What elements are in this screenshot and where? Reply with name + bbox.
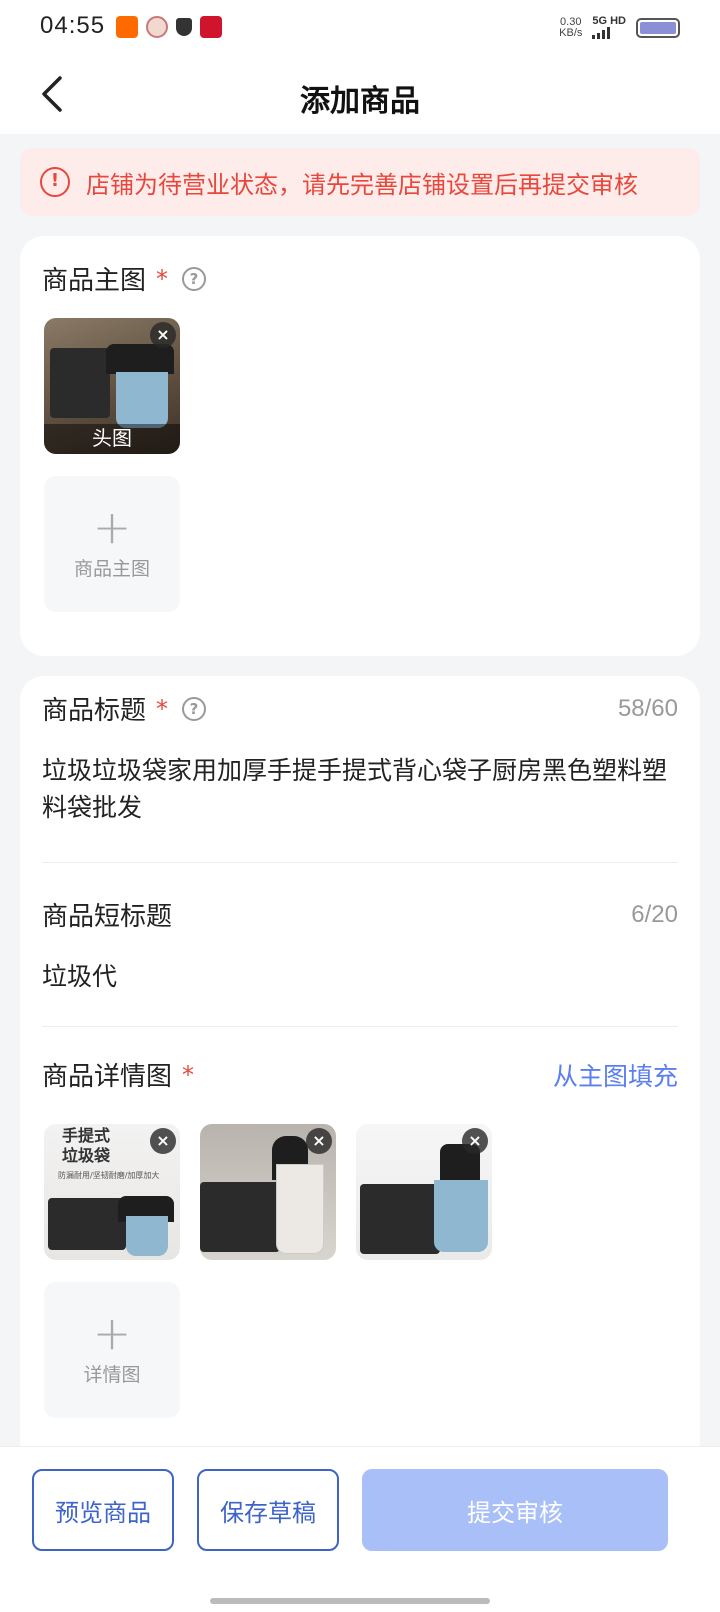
bucket-graphic bbox=[126, 1216, 168, 1256]
bag-stack-graphic bbox=[48, 1198, 126, 1250]
signal: 5G HD bbox=[592, 16, 626, 39]
battery-fill bbox=[640, 21, 676, 34]
nav-bar: 添加商品 bbox=[0, 56, 720, 134]
main-image-card: 商品主图 * ? × 头图 + 商品主图 bbox=[20, 236, 700, 656]
short-title-counter: 6/20 bbox=[631, 900, 678, 928]
add-detail-image-label: 详情图 bbox=[83, 1364, 141, 1386]
status-right: 0.30 KB/s 5G HD bbox=[559, 16, 680, 39]
divider bbox=[42, 862, 678, 863]
avatar-notification-icon bbox=[146, 16, 168, 38]
home-indicator[interactable] bbox=[210, 1598, 490, 1604]
network-speed-unit: KB/s bbox=[559, 26, 583, 39]
bottom-action-bar: 预览商品 保存草稿 提交审核 bbox=[0, 1446, 720, 1612]
delete-image-icon[interactable]: × bbox=[462, 1128, 488, 1154]
short-title-input[interactable]: 垃圾代 bbox=[42, 958, 678, 995]
title-counter: 58/60 bbox=[617, 694, 678, 722]
plus-icon: + bbox=[92, 1306, 132, 1360]
add-detail-image-button[interactable]: + 详情图 bbox=[44, 1282, 180, 1418]
submit-review-button[interactable]: 提交审核 bbox=[362, 1469, 668, 1551]
detail-images-label: 商品详情图 bbox=[42, 1062, 173, 1092]
fill-from-main-link[interactable]: 从主图填充 bbox=[553, 1057, 678, 1093]
detail-image-1[interactable]: 手提式 垃圾袋 防漏耐用/坚韧耐磨/加厚加大 × bbox=[44, 1124, 180, 1260]
title-header: 商品标题 * ? 58/60 bbox=[42, 690, 678, 727]
title-label: 商品标题 bbox=[42, 696, 147, 726]
detail-image-1-title: 手提式 垃圾袋 bbox=[62, 1126, 110, 1166]
shield-icon bbox=[176, 18, 192, 36]
short-title-header: 商品短标题 6/20 bbox=[42, 896, 678, 933]
preview-button[interactable]: 预览商品 bbox=[32, 1469, 174, 1551]
cover-caption: 头图 bbox=[44, 424, 180, 454]
notification-icons bbox=[116, 16, 222, 38]
app-notification-icon bbox=[116, 16, 138, 38]
product-info-card: 商品标题 * ? 58/60 垃圾垃圾袋家用加厚手提手提式背心袋子厨房黑色塑料塑… bbox=[20, 676, 700, 1496]
page-title: 添加商品 bbox=[300, 84, 420, 119]
detail-image-1-title-line2: 垃圾袋 bbox=[62, 1146, 111, 1165]
delete-image-icon[interactable]: × bbox=[150, 1128, 176, 1154]
network-speed: 0.30 KB/s bbox=[559, 15, 583, 39]
short-title-label: 商品短标题 bbox=[42, 902, 173, 932]
plus-icon: + bbox=[92, 500, 132, 554]
bag-stack-graphic bbox=[50, 348, 110, 418]
signal-bars-icon bbox=[592, 27, 626, 39]
help-icon[interactable]: ? bbox=[182, 696, 207, 721]
main-image-thumbnail[interactable]: × 头图 bbox=[44, 318, 180, 454]
detail-image-3[interactable]: × bbox=[356, 1124, 492, 1260]
network-speed-value: 0.30 bbox=[560, 15, 582, 28]
bucket-graphic bbox=[276, 1164, 324, 1254]
bucket-graphic bbox=[434, 1180, 488, 1252]
detail-image-2[interactable]: × bbox=[200, 1124, 336, 1260]
delete-image-icon[interactable]: × bbox=[306, 1128, 332, 1154]
battery-icon bbox=[636, 17, 680, 38]
warning-text: 店铺为待营业状态，请先完善店铺设置后再提交审核 bbox=[86, 170, 638, 199]
help-icon[interactable]: ? bbox=[182, 266, 207, 291]
main-image-header: 商品主图 * ? bbox=[42, 260, 678, 297]
required-mark: * bbox=[156, 694, 169, 723]
detail-image-1-subtitle: 防漏耐用/坚韧耐磨/加厚加大 bbox=[58, 1171, 160, 1180]
app-badge-icon bbox=[200, 16, 222, 38]
detail-image-1-title-line1: 手提式 bbox=[62, 1126, 111, 1145]
add-main-image-button[interactable]: + 商品主图 bbox=[44, 476, 180, 612]
alert-icon: ! bbox=[40, 167, 70, 197]
divider bbox=[42, 1026, 678, 1027]
status-bar: 04:55 0.30 KB/s 5G HD bbox=[0, 0, 720, 56]
status-time: 04:55 bbox=[40, 12, 106, 39]
warning-banner: ! 店铺为待营业状态，请先完善店铺设置后再提交审核 bbox=[20, 148, 700, 216]
title-input[interactable]: 垃圾垃圾袋家用加厚手提手提式背心袋子厨房黑色塑料塑料袋批发 bbox=[42, 752, 678, 826]
delete-image-icon[interactable]: × bbox=[150, 322, 176, 348]
detail-images-header: 商品详情图 * 从主图填充 bbox=[42, 1056, 678, 1093]
bucket-graphic bbox=[116, 372, 168, 428]
save-draft-button[interactable]: 保存草稿 bbox=[197, 1469, 339, 1551]
main-image-label: 商品主图 bbox=[42, 266, 147, 296]
bag-stack-graphic bbox=[200, 1182, 280, 1252]
required-mark: * bbox=[182, 1060, 195, 1089]
bag-graphic bbox=[106, 344, 174, 374]
add-main-image-label: 商品主图 bbox=[73, 558, 150, 580]
required-mark: * bbox=[156, 264, 169, 293]
bag-stack-graphic bbox=[360, 1184, 440, 1254]
network-type: 5G HD bbox=[592, 15, 626, 27]
